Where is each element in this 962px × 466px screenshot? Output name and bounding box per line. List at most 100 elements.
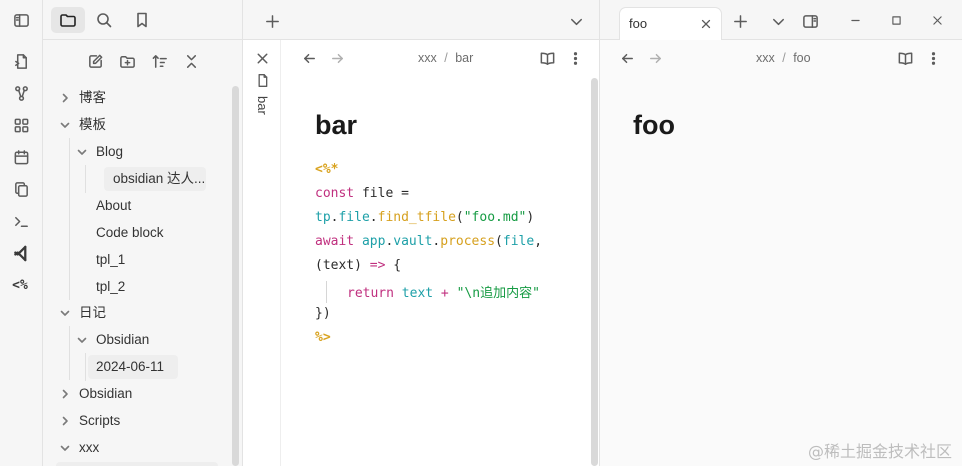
open-file-icon[interactable] xyxy=(10,50,32,72)
new-note-icon[interactable] xyxy=(84,50,106,72)
code-token: app xyxy=(361,234,386,249)
tree-file-about[interactable]: About xyxy=(96,194,131,218)
code-token: process xyxy=(440,234,496,249)
tree-file-obsidian-master[interactable]: obsidian 达人... xyxy=(113,167,205,191)
breadcrumb: xxx / foo xyxy=(756,51,811,65)
code-token: <%* xyxy=(315,162,339,177)
editor-scrollbar[interactable] xyxy=(591,78,598,466)
calendar-icon[interactable] xyxy=(10,146,32,168)
code-token: ( xyxy=(495,234,503,249)
chevron-down-icon xyxy=(77,328,87,352)
right-pane-tab-bar: foo xyxy=(600,0,962,40)
tree-guide xyxy=(85,165,86,193)
code-line-5: (text) => { xyxy=(315,258,401,273)
nav-back-arrow-icon[interactable] xyxy=(298,47,320,69)
tree-item-label: About xyxy=(96,198,132,213)
tab-list-chevron-down-icon[interactable] xyxy=(565,10,587,32)
tree-file-2024-06-11[interactable]: 2024-06-11 xyxy=(96,355,164,379)
code-token: vault xyxy=(393,234,433,249)
new-folder-icon[interactable] xyxy=(116,50,138,72)
vscode-icon[interactable] xyxy=(10,242,32,264)
copy-icon[interactable] xyxy=(10,178,32,200)
chevron-down-icon xyxy=(77,140,87,164)
code-token: }) xyxy=(315,306,331,321)
tab-foo[interactable]: foo xyxy=(619,7,722,40)
maximize-window-icon[interactable] xyxy=(885,9,907,31)
code-token: file = xyxy=(354,186,409,201)
nav-forward-arrow-icon[interactable] xyxy=(644,47,666,69)
tree-file-tpl-2[interactable]: tpl_2 xyxy=(96,275,125,299)
search-tab-icon[interactable] xyxy=(87,7,121,33)
ribbon: <% xyxy=(0,0,43,466)
tree-file-tpl-1[interactable]: tpl_1 xyxy=(96,248,125,272)
more-options-icon[interactable] xyxy=(564,47,586,69)
code-token: { xyxy=(385,258,402,273)
code-token: ) xyxy=(526,210,535,225)
code-token: const xyxy=(315,186,355,201)
sort-icon[interactable] xyxy=(148,50,170,72)
tree-item-label: Scripts xyxy=(79,413,121,428)
more-options-icon[interactable] xyxy=(922,47,944,69)
tree-item-label: Blog xyxy=(96,144,124,159)
files-tab-folder-icon[interactable] xyxy=(51,7,85,33)
close-tab-icon[interactable] xyxy=(695,13,717,35)
tree-guide xyxy=(69,138,70,300)
code-indent-guide xyxy=(326,281,327,303)
sidebar-tab-bar xyxy=(43,0,243,40)
code-token: (text) xyxy=(315,258,362,273)
graph-view-icon[interactable] xyxy=(10,82,32,104)
code-token: "foo.md" xyxy=(463,210,527,225)
selected-folder-highlight xyxy=(56,462,218,466)
minimize-window-icon[interactable] xyxy=(844,9,866,31)
code-line-7: }) xyxy=(315,306,331,321)
collapse-all-icon[interactable] xyxy=(180,50,202,72)
code-token: , xyxy=(534,234,543,249)
nav-forward-arrow-icon[interactable] xyxy=(326,47,348,69)
breadcrumb: xxx / bar xyxy=(418,51,473,65)
stacked-tab-label[interactable]: bar xyxy=(255,96,270,115)
tab-list-chevron-down-icon[interactable] xyxy=(767,10,789,32)
code-line-2: const file = xyxy=(315,186,409,201)
tree-item-label: obsidian 达人... xyxy=(113,171,206,186)
breadcrumb-separator: / xyxy=(782,51,786,65)
note-title: bar xyxy=(315,110,358,140)
code-token: text xyxy=(401,286,434,301)
close-icon[interactable] xyxy=(251,47,273,69)
breadcrumb-separator: / xyxy=(444,51,448,65)
templater-icon[interactable]: <% xyxy=(9,274,31,296)
note-title: foo xyxy=(633,110,675,140)
reading-view-book-icon[interactable] xyxy=(894,47,916,69)
toggle-sidebar-icon[interactable] xyxy=(10,9,32,31)
sidebar-scrollbar[interactable] xyxy=(232,86,239,466)
breadcrumb-file[interactable]: foo xyxy=(793,51,810,65)
breadcrumb-folder[interactable]: xxx xyxy=(756,51,775,65)
nav-back-arrow-icon[interactable] xyxy=(616,47,638,69)
code-token: return xyxy=(347,286,394,301)
chevron-right-icon xyxy=(60,409,70,433)
toggle-right-sidebar-icon[interactable] xyxy=(799,10,821,32)
close-window-icon[interactable] xyxy=(926,9,948,31)
code-line-1: <%* xyxy=(315,162,338,177)
breadcrumb-file[interactable]: bar xyxy=(455,51,473,65)
right-editor-pane xyxy=(600,40,962,466)
chevron-down-icon xyxy=(60,301,70,325)
canvas-icon[interactable] xyxy=(10,114,32,136)
left-editor-pane xyxy=(243,40,600,466)
tab-label: foo xyxy=(629,16,648,31)
watermark: @稀土掘金技术社区 xyxy=(807,442,952,461)
terminal-icon[interactable] xyxy=(10,210,32,232)
new-tab-plus-icon[interactable] xyxy=(729,10,751,32)
file-icon xyxy=(251,70,273,90)
breadcrumb-folder[interactable]: xxx xyxy=(418,51,437,65)
code-token: find_tfile xyxy=(377,210,456,225)
reading-view-book-icon[interactable] xyxy=(536,47,558,69)
tree-item-label: Obsidian xyxy=(79,386,133,401)
new-tab-plus-icon[interactable] xyxy=(261,10,283,32)
tree-file-code-block[interactable]: Code block xyxy=(96,221,164,245)
tree-item-label: xxx xyxy=(79,440,100,455)
bookmarks-tab-icon[interactable] xyxy=(125,7,159,33)
chevron-down-icon xyxy=(60,436,70,460)
tree-guide xyxy=(69,326,70,380)
